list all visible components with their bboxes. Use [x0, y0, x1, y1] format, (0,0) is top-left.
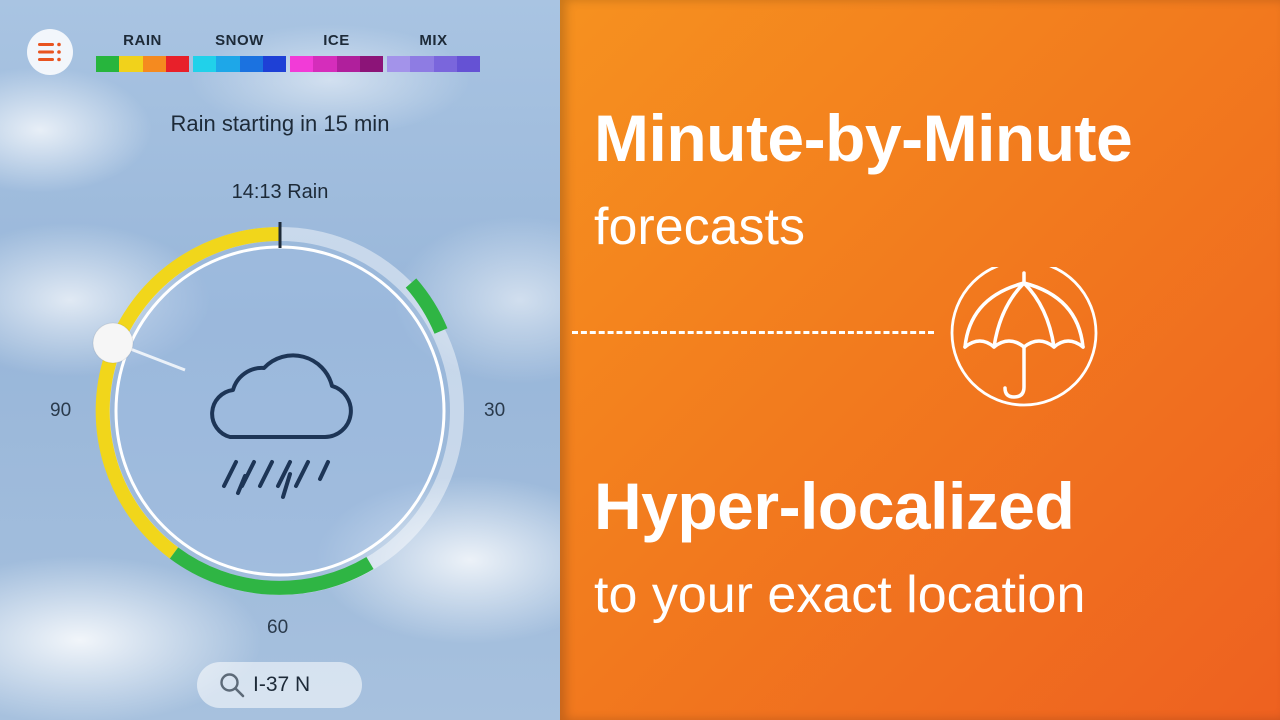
minute-dial — [92, 222, 464, 595]
subline-forecasts: forecasts — [594, 198, 805, 256]
umbrella-badge — [930, 259, 1118, 422]
headline-hyper-localized: Hyper-localized — [594, 469, 1075, 543]
dial-tick-60: 60 — [267, 617, 289, 638]
subline-exact-location: to your exact location — [594, 566, 1086, 624]
location-search[interactable]: I-37 N — [197, 662, 362, 708]
dial-tick-90: 90 — [50, 400, 72, 421]
search-value: I-37 N — [253, 673, 311, 696]
divider-dashed-line — [572, 331, 934, 334]
umbrella-icon — [950, 259, 1098, 407]
app-screen: RAIN SNOW ICE MIX Rain starting in 15 min 1… — [0, 0, 560, 720]
dial-face — [114, 245, 446, 577]
search-icon — [220, 673, 245, 698]
dial-tick-30: 30 — [484, 400, 506, 421]
dial-handle[interactable] — [92, 322, 134, 364]
promo-panel: Minute-by-Minute forecasts Hyper-localiz… — [560, 0, 1280, 720]
headline-minute-by-minute: Minute-by-Minute — [594, 101, 1133, 175]
